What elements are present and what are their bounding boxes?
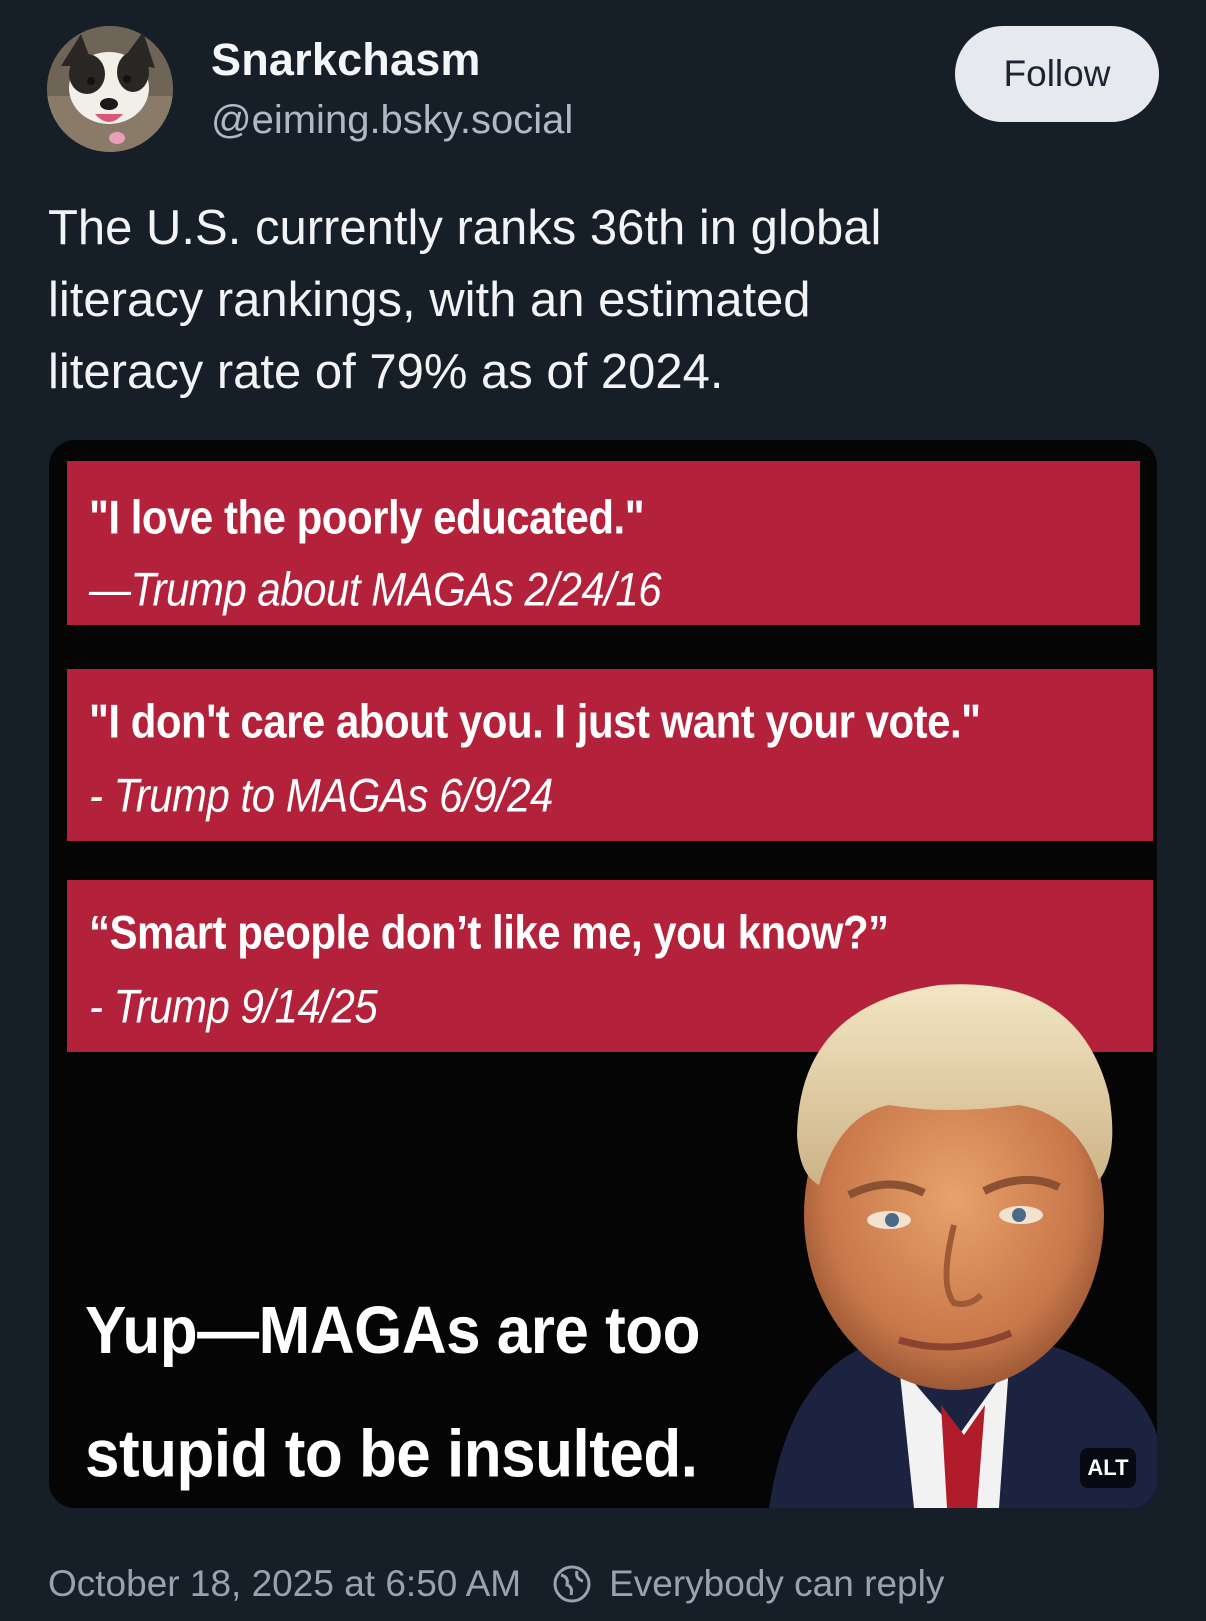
reply-setting[interactable]: Everybody can reply bbox=[609, 1563, 944, 1605]
quote-text: “Smart people don’t like me, you know?” bbox=[89, 906, 889, 959]
post-text: The U.S. currently ranks 36th in global … bbox=[48, 201, 882, 399]
author-handle[interactable]: @eiming.bsky.social bbox=[211, 98, 573, 143]
author-display-name[interactable]: Snarkchasm bbox=[211, 34, 481, 86]
quote-attribution: —Trump about MAGAs 2/24/16 bbox=[89, 563, 662, 616]
dog-avatar-image bbox=[47, 26, 173, 152]
trump-portrait bbox=[769, 984, 1157, 1508]
quote-attribution: - Trump 9/14/25 bbox=[89, 980, 378, 1033]
quote-text: "I love the poorly educated." bbox=[89, 491, 645, 544]
post-timestamp[interactable]: October 18, 2025 at 6:50 AM bbox=[48, 1563, 521, 1605]
globe-icon bbox=[553, 1565, 591, 1603]
quote-box: "I don't care about you. I just want you… bbox=[67, 669, 1153, 841]
post-image[interactable]: "I love the poorly educated." —Trump abo… bbox=[49, 440, 1157, 1508]
follow-button[interactable]: Follow bbox=[955, 26, 1159, 122]
quote-attribution: - Trump to MAGAs 6/9/24 bbox=[89, 769, 553, 822]
quote-box: "I love the poorly educated." —Trump abo… bbox=[67, 461, 1140, 625]
image-caption: Yup—MAGAs are too stupid to be insulted. bbox=[85, 1293, 701, 1492]
quote-text: "I don't care about you. I just want you… bbox=[89, 695, 981, 748]
avatar[interactable] bbox=[47, 26, 173, 152]
post-footer: October 18, 2025 at 6:50 AM Everybody ca… bbox=[48, 1556, 944, 1612]
alt-text-button[interactable]: ALT bbox=[1080, 1448, 1136, 1488]
